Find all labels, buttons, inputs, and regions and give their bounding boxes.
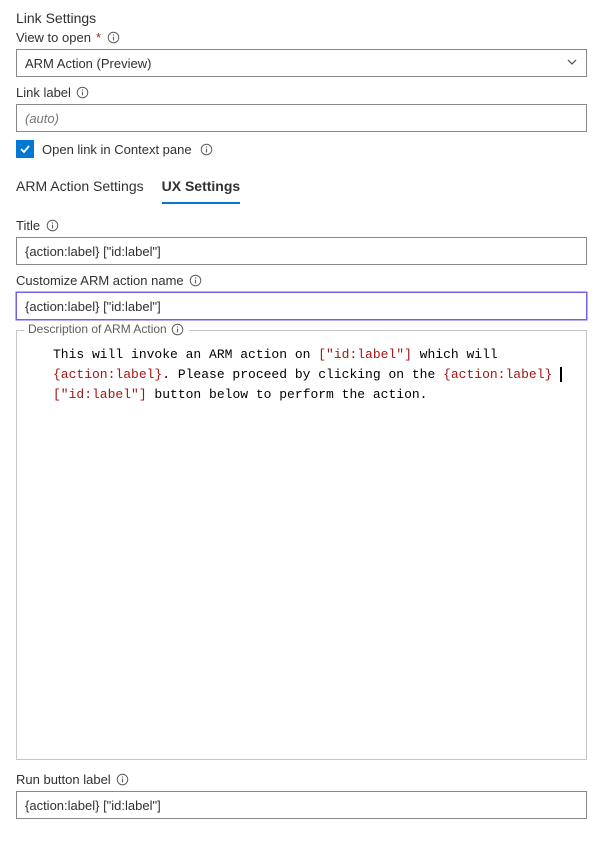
title-input[interactable] bbox=[16, 237, 587, 265]
run-button-label-text: Run button label bbox=[16, 772, 111, 787]
run-button-label-input[interactable] bbox=[16, 791, 587, 819]
view-to-open-value: ARM Action (Preview) bbox=[25, 56, 151, 71]
view-to-open-field: View to open * ARM Action (Preview) bbox=[16, 30, 587, 77]
required-star-icon: * bbox=[96, 30, 101, 45]
tab-arm-action-settings[interactable]: ARM Action Settings bbox=[16, 172, 144, 204]
run-button-label-field: Run button label bbox=[16, 772, 587, 819]
customize-arm-name-field: Customize ARM action name bbox=[16, 273, 587, 320]
chevron-down-icon bbox=[566, 56, 578, 71]
info-icon[interactable] bbox=[45, 219, 59, 233]
info-icon[interactable] bbox=[116, 773, 130, 787]
customize-arm-name-input[interactable] bbox=[16, 292, 587, 320]
text-cursor-icon bbox=[560, 367, 562, 382]
view-to-open-select[interactable]: ARM Action (Preview) bbox=[16, 49, 587, 77]
view-to-open-label: View to open bbox=[16, 30, 91, 45]
link-label-text: Link label bbox=[16, 85, 71, 100]
info-icon[interactable] bbox=[171, 322, 185, 336]
link-label-input[interactable] bbox=[16, 104, 587, 132]
info-icon[interactable] bbox=[76, 86, 90, 100]
info-icon[interactable] bbox=[106, 31, 120, 45]
link-label-field: Link label bbox=[16, 85, 587, 132]
title-label: Title bbox=[16, 218, 40, 233]
open-in-context-checkbox[interactable] bbox=[16, 140, 34, 158]
description-editor[interactable]: This will invoke an ARM action on ["id:l… bbox=[16, 330, 587, 760]
title-field: Title bbox=[16, 218, 587, 265]
description-label: Description of ARM Action bbox=[28, 322, 167, 336]
tab-ux-settings[interactable]: UX Settings bbox=[162, 172, 241, 204]
page-title: Link Settings bbox=[16, 10, 587, 26]
info-icon[interactable] bbox=[200, 142, 214, 156]
info-icon[interactable] bbox=[189, 274, 203, 288]
description-field: Description of ARM Action This will invo… bbox=[16, 330, 587, 760]
tabs: ARM Action Settings UX Settings bbox=[16, 172, 587, 204]
customize-arm-name-label: Customize ARM action name bbox=[16, 273, 184, 288]
open-in-context-label: Open link in Context pane bbox=[42, 142, 192, 157]
open-in-context-row: Open link in Context pane bbox=[16, 140, 587, 158]
